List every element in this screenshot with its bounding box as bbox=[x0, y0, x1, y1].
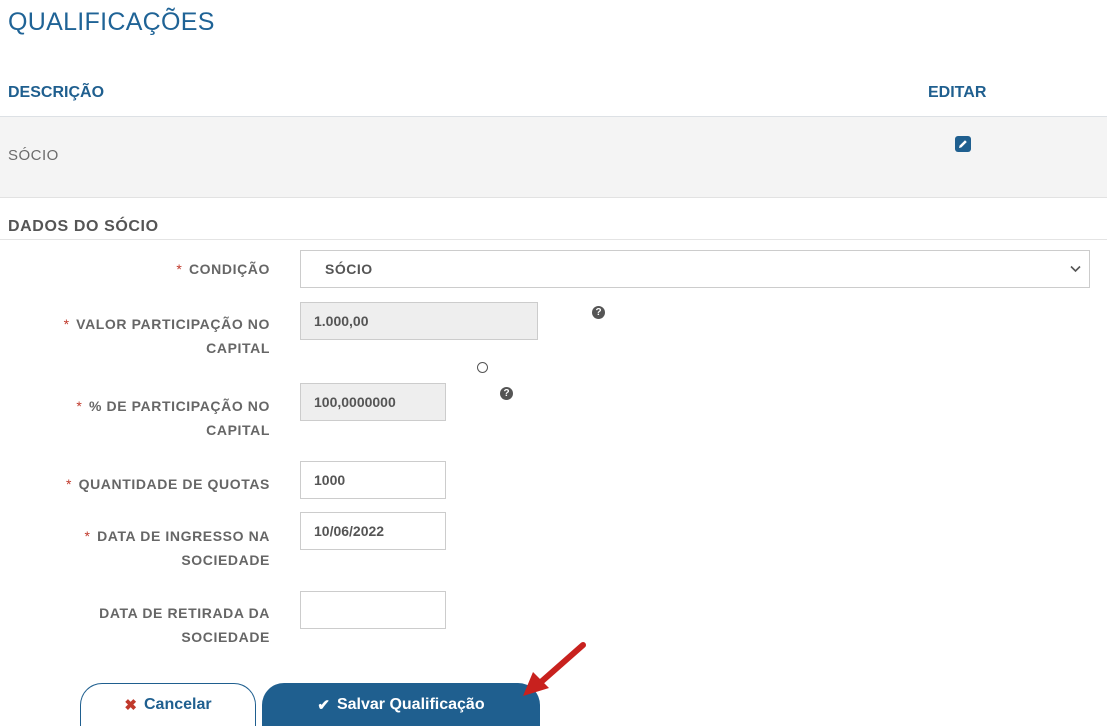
table-header: DESCRIÇÃO EDITAR bbox=[0, 74, 1107, 117]
valor-participacao-label: * VALOR PARTICIPAÇÃO NO CAPITAL bbox=[63, 316, 270, 356]
red-arrow-annotation bbox=[523, 642, 586, 696]
chevron-down-icon bbox=[1070, 265, 1081, 273]
data-ingresso-label: * DATA DE INGRESSO NA SOCIEDADE bbox=[84, 528, 270, 568]
section-divider bbox=[0, 239, 1107, 240]
page-title: QUALIFICAÇÕES bbox=[8, 8, 215, 36]
edit-icon bbox=[959, 140, 967, 148]
edit-button[interactable] bbox=[955, 136, 971, 152]
condicao-label: * CONDIÇÃO bbox=[176, 261, 270, 277]
data-ingresso-input[interactable]: 10/06/2022 bbox=[300, 512, 446, 550]
column-header-description: DESCRIÇÃO bbox=[8, 84, 105, 101]
row-description: SÓCIO bbox=[8, 147, 59, 164]
condicao-select[interactable]: SÓCIO bbox=[300, 250, 1090, 288]
valor-participacao-input[interactable]: 1.000,00 bbox=[300, 302, 538, 340]
quantidade-quotas-label: * QUANTIDADE DE QUOTAS bbox=[66, 476, 270, 492]
data-retirada-label: DATA DE RETIRADA DA SOCIEDADE bbox=[99, 605, 270, 645]
circle-icon bbox=[477, 362, 488, 373]
data-retirada-input[interactable] bbox=[300, 591, 446, 629]
percentual-participacao-label: * % DE PARTICIPAÇÃO NO CAPITAL bbox=[76, 398, 270, 438]
save-button-label: Salvar Qualificação bbox=[336, 695, 485, 713]
condicao-selected-value: SÓCIO bbox=[325, 261, 373, 277]
column-header-edit: EDITAR bbox=[928, 84, 987, 101]
percentual-participacao-input[interactable]: 100,0000000 bbox=[300, 383, 446, 421]
question-circle-icon[interactable]: ? bbox=[592, 306, 605, 319]
check-icon: ✔ bbox=[317, 696, 330, 714]
section-title: DADOS DO SÓCIO bbox=[8, 218, 159, 235]
quantidade-quotas-input[interactable]: 1000 bbox=[300, 461, 446, 499]
cancel-button-label: Cancelar bbox=[143, 696, 212, 713]
save-qualification-button[interactable]: ✔ Salvar Qualificação bbox=[262, 683, 540, 726]
cancel-button[interactable]: ✖ Cancelar bbox=[80, 683, 256, 726]
times-icon: ✖ bbox=[124, 697, 137, 714]
required-mark: * bbox=[176, 261, 183, 277]
table-row: SÓCIO bbox=[0, 117, 1107, 198]
question-circle-icon[interactable]: ? bbox=[500, 387, 513, 400]
